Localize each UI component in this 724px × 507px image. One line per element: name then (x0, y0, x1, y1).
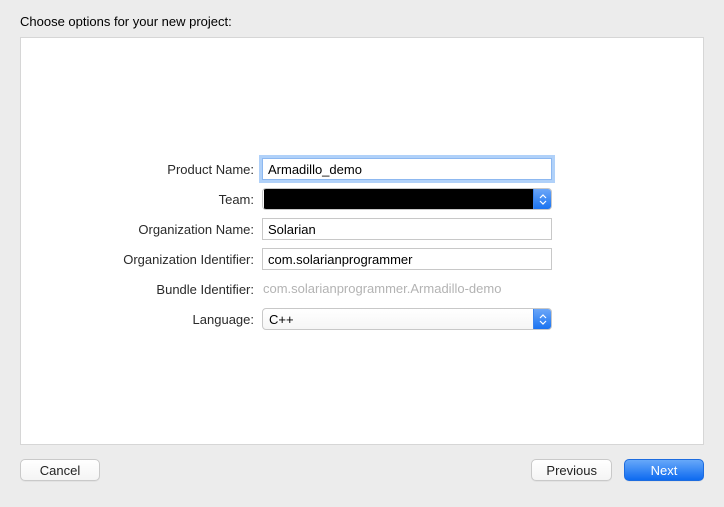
previous-button[interactable]: Previous (531, 459, 612, 481)
label-org-name: Organization Name: (82, 222, 262, 237)
label-team: Team: (82, 192, 262, 207)
bundle-identifier-value: com.solarianprogrammer.Armadillo-demo (262, 278, 552, 300)
page-title: Choose options for your new project: (20, 14, 704, 29)
label-bundle-identifier: Bundle Identifier: (82, 282, 262, 297)
next-button[interactable]: Next (624, 459, 704, 481)
footer: Cancel Previous Next (0, 445, 724, 481)
updown-icon (533, 309, 551, 329)
label-org-identifier: Organization Identifier: (82, 252, 262, 267)
team-select[interactable] (262, 188, 552, 210)
cancel-button[interactable]: Cancel (20, 459, 100, 481)
row-org-name: Organization Name: (82, 218, 642, 240)
form-panel: Product Name: Team: Organiza (20, 37, 704, 445)
row-bundle-identifier: Bundle Identifier: com.solarianprogramme… (82, 278, 642, 300)
row-team: Team: (82, 188, 642, 210)
language-value: C++ (263, 312, 533, 327)
org-name-input[interactable] (262, 218, 552, 240)
row-org-identifier: Organization Identifier: (82, 248, 642, 270)
org-identifier-input[interactable] (262, 248, 552, 270)
language-select[interactable]: C++ (262, 308, 552, 330)
team-redacted (264, 189, 533, 209)
project-options-form: Product Name: Team: Organiza (82, 158, 642, 338)
row-product-name: Product Name: (82, 158, 642, 180)
label-language: Language: (82, 312, 262, 327)
label-product-name: Product Name: (82, 162, 262, 177)
header: Choose options for your new project: (0, 0, 724, 37)
row-language: Language: C++ (82, 308, 642, 330)
product-name-input[interactable] (262, 158, 552, 180)
updown-icon (533, 189, 551, 209)
